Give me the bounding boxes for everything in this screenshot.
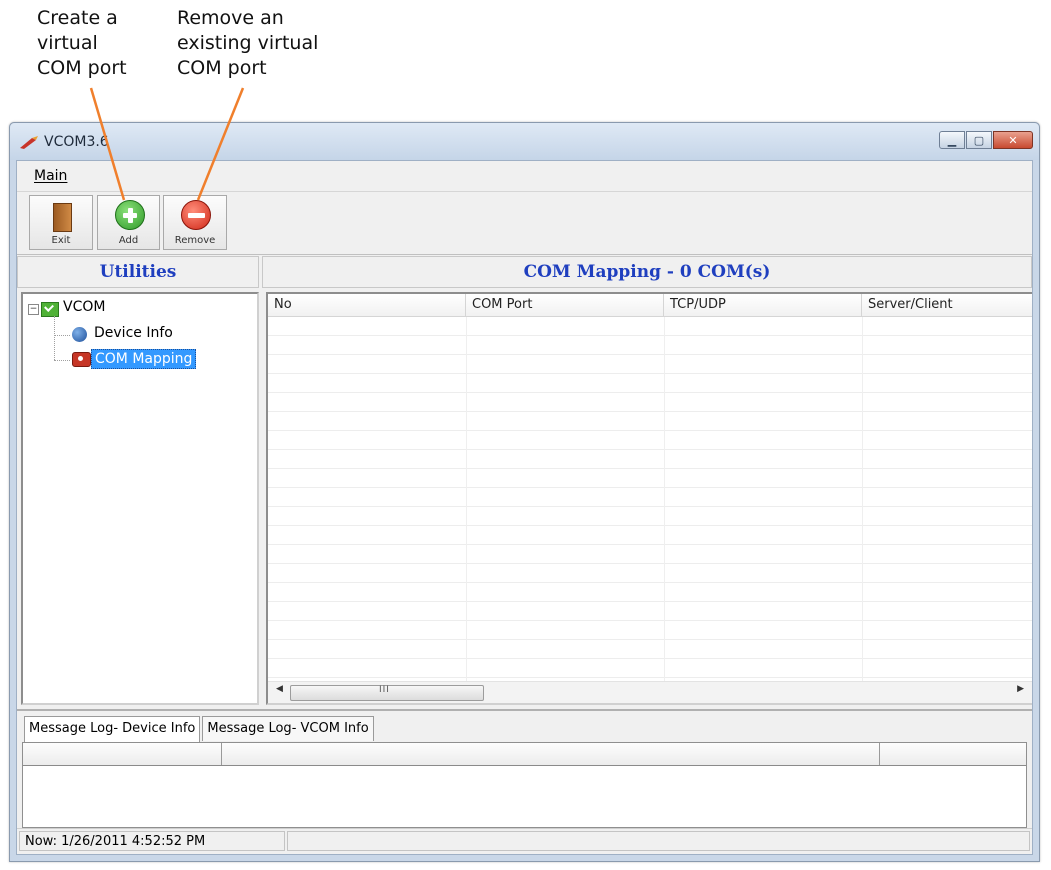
maximize-icon[interactable]: ▢ (966, 131, 992, 149)
column-divider (862, 317, 863, 681)
scrollbar-thumb[interactable]: III (290, 685, 484, 701)
scrollbar-grip: III (379, 685, 390, 695)
check-folder-icon (41, 302, 59, 317)
minimize-icon[interactable]: ▁ (939, 131, 965, 149)
table-header: No COM Port TCP/UDP Server/Client (268, 294, 1032, 317)
com-mapping-table: No COM Port TCP/UDP Server/Client ◀ III … (266, 292, 1032, 705)
callout-line: Remove an (177, 7, 284, 29)
toolbar: Exit Add Remove (17, 192, 1032, 255)
title-bar[interactable]: VCOM3.6 ▁ ▢ ✕ (10, 123, 1039, 160)
window-controls: ▁ ▢ ✕ (938, 131, 1033, 152)
utilities-tree: − VCOM Device Info COM Mapping (21, 292, 259, 705)
menu-bar: Main (17, 161, 1032, 192)
message-log-tabs: Message Log- Device Info Message Log- VC… (24, 716, 376, 743)
tree-connector (54, 360, 70, 361)
tree-item-vcom[interactable]: VCOM (63, 299, 105, 315)
message-log-header (23, 743, 1026, 766)
column-header-no[interactable]: No (268, 294, 466, 316)
log-column-header[interactable] (879, 743, 1019, 765)
plus-icon (115, 200, 145, 230)
window-title: VCOM3.6 (44, 134, 109, 150)
tab-message-log-device-info[interactable]: Message Log- Device Info (24, 716, 201, 743)
log-column-header[interactable] (221, 743, 880, 765)
column-header-tcp-udp[interactable]: TCP/UDP (664, 294, 862, 316)
message-log-list (22, 742, 1027, 828)
phone-icon (72, 352, 91, 367)
column-header-server-client[interactable]: Server/Client (862, 294, 1032, 316)
com-mapping-panel: COM Mapping - 0 COM(s) No COM Port TCP/U… (262, 256, 1032, 705)
callout-line: virtual (37, 32, 98, 54)
window-client-area: Main Exit Add Remove Utilities − VCOM De… (16, 160, 1033, 855)
callout-line: Create a (37, 7, 118, 29)
close-icon[interactable]: ✕ (993, 131, 1033, 149)
log-column-header[interactable] (23, 743, 222, 765)
callout-line: COM port (177, 57, 267, 79)
callout-line: COM port (37, 57, 127, 79)
utilities-panel: Utilities − VCOM Device Info COM Mapping (17, 256, 259, 705)
status-panel (287, 831, 1030, 851)
scroll-right-icon[interactable]: ▶ (1017, 684, 1024, 694)
horizontal-scrollbar[interactable]: ◀ III ▶ (268, 681, 1032, 703)
column-divider (664, 317, 665, 681)
tab-message-log-vcom-info[interactable]: Message Log- VCOM Info (202, 716, 374, 741)
callout-add-description: Create a virtual COM port (37, 6, 127, 81)
add-button[interactable]: Add (97, 195, 160, 250)
utilities-heading: Utilities (17, 256, 259, 288)
tree-item-device-info[interactable]: Device Info (94, 325, 173, 341)
app-window: VCOM3.6 ▁ ▢ ✕ Main Exit Add Remove Utili… (9, 122, 1040, 862)
menu-main[interactable]: Main (34, 168, 67, 184)
callout-line: existing virtual (177, 32, 319, 54)
tree-item-com-mapping[interactable]: COM Mapping (91, 349, 197, 369)
scroll-left-icon[interactable]: ◀ (276, 684, 283, 694)
minus-icon (181, 200, 211, 230)
remove-button[interactable]: Remove (163, 195, 227, 250)
table-body (268, 317, 1032, 681)
status-timestamp: Now: 1/26/2011 4:52:52 PM (19, 831, 285, 851)
add-button-label: Add (118, 235, 139, 246)
status-bar: Now: 1/26/2011 4:52:52 PM (17, 828, 1032, 854)
tree-connector (54, 335, 70, 336)
tree-connector (54, 316, 55, 360)
door-icon (53, 203, 72, 232)
message-log-area: Message Log- Device Info Message Log- VC… (17, 709, 1032, 847)
column-divider (466, 317, 467, 681)
exit-button-label: Exit (51, 235, 71, 246)
com-mapping-heading: COM Mapping - 0 COM(s) (262, 256, 1032, 288)
collapse-icon[interactable]: − (28, 304, 39, 315)
callout-remove-description: Remove an existing virtual COM port (177, 6, 318, 81)
globe-icon (72, 327, 87, 342)
exit-button[interactable]: Exit (29, 195, 93, 250)
remove-button-label: Remove (174, 235, 216, 246)
app-logo-icon (20, 136, 38, 149)
column-header-com-port[interactable]: COM Port (466, 294, 664, 316)
